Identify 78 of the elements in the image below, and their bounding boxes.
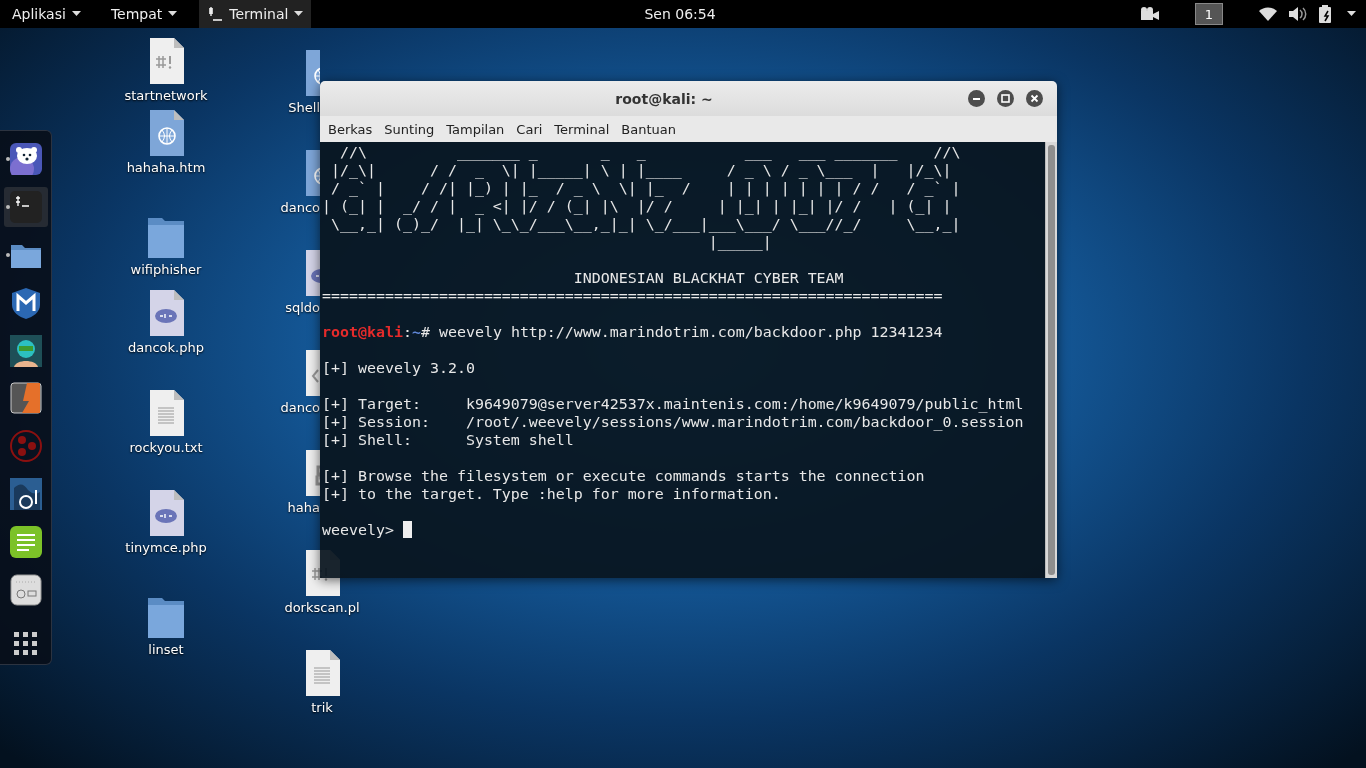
menu-item[interactable]: Berkas [322, 121, 379, 137]
text-cursor [402, 521, 412, 538]
menu-item[interactable]: Tampilan [440, 121, 511, 137]
file-label[interactable]: rockyou.txt [129, 440, 203, 456]
terminal-line: |/_\| / / _ \| |_____| \ | |____ / _ \ / _ \___ | |/_\| [330, 161, 952, 179]
script-file-icon[interactable] [148, 38, 184, 84]
caret-icon [168, 11, 178, 17]
file-label[interactable]: startnetwork [124, 88, 208, 104]
php-file-icon[interactable] [148, 490, 184, 536]
clock[interactable]: Sen 06:54 [580, 6, 780, 22]
shield-icon [9, 286, 42, 319]
shell-prompt: weevely> [322, 521, 395, 539]
file-label[interactable]: trik [311, 700, 333, 716]
php-file-icon[interactable] [304, 250, 320, 296]
caret-icon [71, 11, 81, 17]
python-file-icon[interactable] [304, 450, 320, 496]
file-label[interactable]: haha [287, 500, 320, 516]
character-icon [9, 334, 42, 367]
file-label[interactable]: dorkscan.pl [284, 600, 360, 616]
terminal-line: / _` | / /| |_) | |_ / _ \ \| |_ / | | | | | | | / / / _` | [330, 179, 961, 197]
terminal-line: [+] Shell: System shell [322, 431, 574, 449]
notes-icon [9, 526, 42, 559]
text-file-icon[interactable] [304, 650, 340, 696]
web-file-icon[interactable] [304, 50, 320, 96]
app-menu-button[interactable]: Terminal [199, 0, 312, 28]
camera-icon[interactable] [1141, 7, 1159, 21]
volume-icon[interactable] [1289, 7, 1307, 21]
dock-item[interactable] [3, 186, 48, 227]
text-file-icon[interactable] [148, 390, 184, 436]
bear-face-icon [9, 142, 42, 175]
terminal-line: [+] Target: k9649079@server42537x.maintenis.com:/home/k9649079/public_html [322, 395, 1024, 413]
terminal-line: [+] to the target. Type :help for more information. [322, 485, 781, 503]
menu-item[interactable]: Terminal [548, 121, 616, 137]
menu-button[interactable]: Tempat [102, 0, 186, 28]
file-label[interactable]: sqldo [285, 300, 320, 316]
file-label[interactable]: dancok.php [128, 340, 204, 356]
prompt-separator: : [402, 323, 412, 341]
prompt-path: ~ [411, 323, 421, 341]
file-label[interactable]: danco [280, 200, 320, 216]
file-label[interactable]: Shell [288, 100, 320, 116]
split-square-icon [9, 382, 42, 415]
caret-icon [1347, 11, 1356, 17]
menu-item[interactable]: Sunting [378, 121, 441, 137]
circles-icon [9, 430, 42, 463]
window-title: root@kali: ~ [614, 90, 714, 107]
terminal-icon [207, 6, 224, 22]
file-label[interactable]: hahaha.htm [126, 160, 206, 176]
terminal-line: INDONESIAN BLACKHAT CYBER TEAM [572, 269, 844, 287]
file-label[interactable]: wifiphisher [130, 262, 202, 278]
maximize-icon[interactable] [997, 90, 1014, 107]
menu-button[interactable]: Aplikasi [4, 0, 89, 28]
terminal-line: \__,_| (_)_/ |_| \_\_/___\__,_|_| \_/___|___\___/ \___//_/ \__,_| [330, 215, 961, 233]
wifi-icon[interactable] [1259, 7, 1277, 21]
terminal-line: [+] Session: /root/.weevely/sessions/www.marindotrim.com/backdoor_0.session [322, 413, 1024, 431]
file-label[interactable]: tinymce.php [125, 540, 207, 556]
caret-icon [294, 11, 304, 17]
prompt-user-host: root@kali [322, 323, 403, 341]
web-file-icon[interactable] [304, 150, 320, 196]
scrollbar[interactable] [1045, 142, 1057, 578]
file-label[interactable]: linset [148, 642, 184, 658]
terminal-line: //\ _______ _ _ _ ___ ___ _______ //\ [339, 143, 961, 161]
code-file-icon[interactable] [304, 350, 320, 396]
web-file-icon[interactable] [148, 110, 184, 156]
workspace-indicator[interactable]: 1 [1195, 3, 1223, 25]
terminal-line: | (_| | _/ / | _ <| |/ / (_| |\ |/ / | |_| | |_| |/ / | (_| | [322, 197, 952, 215]
terminal-line: |_____| [707, 233, 772, 251]
terminal-line: [+] weevely 3.2.0 [322, 359, 475, 377]
device-icon [9, 574, 42, 607]
command-text: # weevely http://www.marindotrim.com/backdoor.php 12341234 [420, 323, 943, 341]
file-label[interactable]: danco [280, 400, 320, 416]
terminal-icon [9, 190, 42, 223]
terminal-line: ===================================================================== [322, 287, 943, 305]
terminal-line: [+] Browse the filesystem or execute commands starts the connection [322, 467, 925, 485]
minimize-icon[interactable] [968, 90, 985, 107]
menu-item[interactable]: Bantuan [615, 121, 682, 137]
close-icon[interactable] [1026, 90, 1043, 107]
php-file-icon[interactable] [148, 290, 184, 336]
menu-item[interactable]: Cari [510, 121, 549, 137]
